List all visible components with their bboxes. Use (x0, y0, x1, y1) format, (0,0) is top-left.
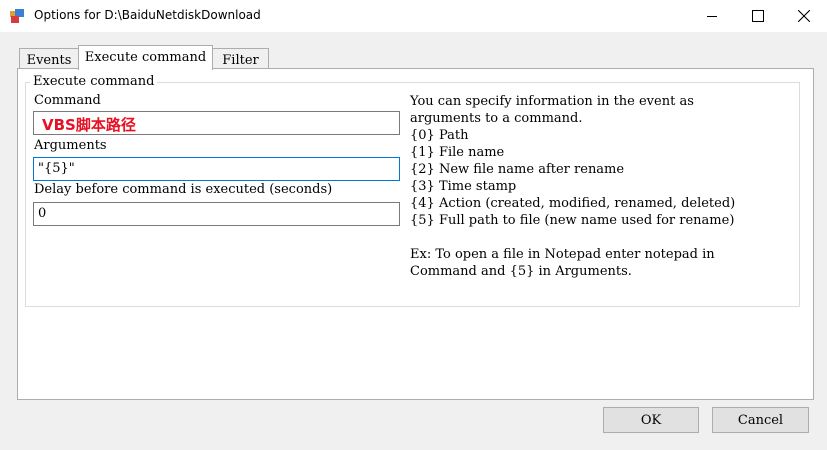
help-example-line-1: Ex: To open a file in Notepad enter note… (410, 247, 715, 262)
command-input[interactable]: VBS脚本路径 (33, 111, 400, 135)
arguments-value: "{5}" (38, 161, 75, 176)
help-text: You can specify information in the event… (410, 93, 735, 280)
param-item: {4} Action (created, modified, renamed, … (410, 196, 736, 211)
maximize-button[interactable] (735, 0, 781, 32)
help-example-line-2: Command and {5} in Arguments. (410, 264, 632, 279)
arguments-label: Arguments (34, 138, 107, 153)
tab-filter[interactable]: Filter (212, 48, 269, 68)
window-title: Options for D:\BaiduNetdiskDownload (34, 8, 261, 22)
command-label: Command (34, 93, 101, 108)
close-button[interactable] (781, 0, 827, 32)
ok-button[interactable]: OK (603, 407, 699, 433)
close-icon (798, 10, 810, 22)
help-intro-line-1: You can specify information in the event… (410, 94, 694, 109)
app-icon (10, 9, 24, 23)
help-intro-line-2: arguments to a command. (410, 111, 583, 126)
delay-value: 0 (38, 206, 47, 221)
maximize-icon (752, 10, 764, 22)
param-item: {3} Time stamp (410, 179, 517, 194)
tab-execute-command[interactable]: Execute command (78, 45, 213, 70)
param-item: {1} File name (410, 145, 505, 160)
delay-input[interactable]: 0 (33, 202, 400, 226)
help-spacer (410, 229, 735, 246)
minimize-button[interactable] (689, 0, 735, 32)
param-item: {2} New file name after rename (410, 162, 625, 177)
title-bar[interactable]: Options for D:\BaiduNetdiskDownload (0, 0, 827, 32)
minimize-icon (707, 16, 717, 17)
cancel-button[interactable]: Cancel (712, 407, 809, 433)
command-value: VBS脚本路径 (42, 116, 136, 134)
param-item: {0} Path (410, 128, 469, 143)
tab-events[interactable]: Events (19, 48, 79, 68)
delay-label: Delay before command is executed (second… (34, 182, 333, 197)
group-legend: Execute command (30, 74, 158, 89)
arguments-input[interactable]: "{5}" (33, 157, 400, 181)
param-item: {5} Full path to file (new name used for… (410, 213, 735, 228)
